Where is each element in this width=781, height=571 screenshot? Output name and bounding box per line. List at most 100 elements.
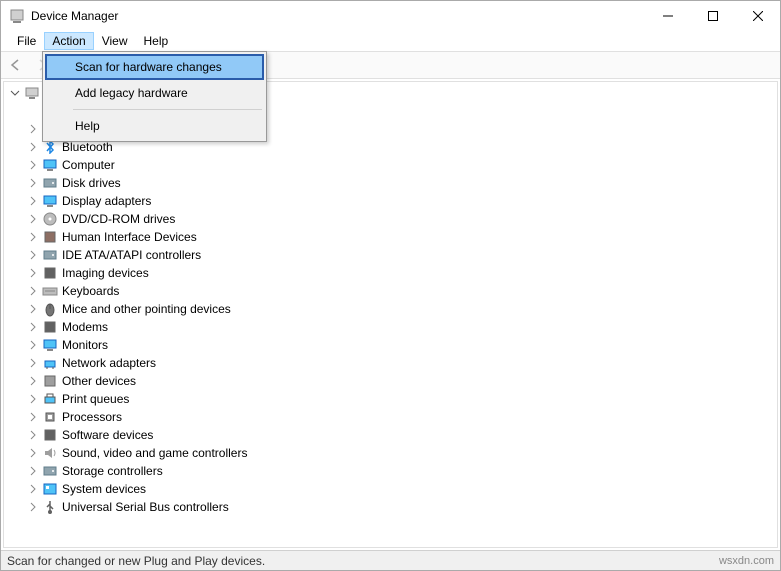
display-icon bbox=[42, 193, 58, 209]
expander-icon[interactable] bbox=[26, 464, 40, 478]
device-label: Computer bbox=[62, 158, 115, 172]
expander-icon[interactable] bbox=[26, 356, 40, 370]
device-label: Network adapters bbox=[62, 356, 156, 370]
window-title: Device Manager bbox=[31, 9, 645, 23]
back-button[interactable] bbox=[5, 54, 27, 76]
tree-item[interactable]: Other devices bbox=[8, 372, 777, 390]
expander-icon[interactable] bbox=[26, 302, 40, 316]
close-button[interactable] bbox=[735, 1, 780, 31]
keyboard-icon bbox=[42, 283, 58, 299]
expander-icon[interactable] bbox=[26, 158, 40, 172]
device-label: Disk drives bbox=[62, 176, 121, 190]
titlebar: Device Manager bbox=[1, 1, 780, 31]
expander-icon[interactable] bbox=[26, 374, 40, 388]
dvd-icon bbox=[42, 211, 58, 227]
tree-item[interactable]: Mice and other pointing devices bbox=[8, 300, 777, 318]
device-label: Processors bbox=[62, 410, 122, 424]
device-label: System devices bbox=[62, 482, 146, 496]
tree-item[interactable]: Modems bbox=[8, 318, 777, 336]
expander-icon[interactable] bbox=[26, 248, 40, 262]
cpu-icon bbox=[42, 409, 58, 425]
expander-icon[interactable] bbox=[26, 284, 40, 298]
expander-icon[interactable] bbox=[26, 428, 40, 442]
imaging-icon bbox=[42, 265, 58, 281]
menu-scan-hardware[interactable]: Scan for hardware changes bbox=[45, 54, 264, 80]
ide-icon bbox=[42, 247, 58, 263]
expander-icon[interactable] bbox=[26, 266, 40, 280]
tree-item[interactable]: Human Interface Devices bbox=[8, 228, 777, 246]
expander-icon[interactable] bbox=[26, 482, 40, 496]
tree-item[interactable]: Disk drives bbox=[8, 174, 777, 192]
menu-view[interactable]: View bbox=[94, 32, 136, 50]
expander-icon[interactable] bbox=[26, 122, 40, 136]
statusbar: Scan for changed or new Plug and Play de… bbox=[1, 550, 780, 570]
mouse-icon bbox=[42, 301, 58, 317]
tree-item[interactable]: Display adapters bbox=[8, 192, 777, 210]
menu-file[interactable]: File bbox=[9, 32, 44, 50]
expander-icon[interactable] bbox=[26, 176, 40, 190]
tree-item[interactable]: Imaging devices bbox=[8, 264, 777, 282]
expander-icon[interactable] bbox=[26, 194, 40, 208]
sound-icon bbox=[42, 445, 58, 461]
device-label: Universal Serial Bus controllers bbox=[62, 500, 229, 514]
tree-item[interactable]: Print queues bbox=[8, 390, 777, 408]
tree-item[interactable]: Processors bbox=[8, 408, 777, 426]
tree-item[interactable]: Storage controllers bbox=[8, 462, 777, 480]
menubar: File Action View Help bbox=[1, 31, 780, 51]
menu-action[interactable]: Action bbox=[44, 32, 93, 50]
device-tree[interactable]: Batteries Bluetooth Computer Disk drives… bbox=[3, 81, 778, 548]
device-label: Software devices bbox=[62, 428, 153, 442]
disk-icon bbox=[42, 175, 58, 191]
expander-icon[interactable] bbox=[26, 338, 40, 352]
device-label: Bluetooth bbox=[62, 140, 113, 154]
device-label: Sound, video and game controllers bbox=[62, 446, 247, 460]
expander-icon[interactable] bbox=[26, 410, 40, 424]
device-label: Human Interface Devices bbox=[62, 230, 197, 244]
device-label: Storage controllers bbox=[62, 464, 163, 478]
action-dropdown: Scan for hardware changes Add legacy har… bbox=[42, 51, 267, 142]
app-icon bbox=[9, 8, 25, 24]
monitor-icon bbox=[42, 337, 58, 353]
tree-item[interactable]: Keyboards bbox=[8, 282, 777, 300]
tree-item[interactable]: Software devices bbox=[8, 426, 777, 444]
usb-icon bbox=[42, 499, 58, 515]
device-label: Modems bbox=[62, 320, 108, 334]
tree-item[interactable]: IDE ATA/ATAPI controllers bbox=[8, 246, 777, 264]
tree-item[interactable]: Universal Serial Bus controllers bbox=[8, 498, 777, 516]
expander-icon[interactable] bbox=[26, 140, 40, 154]
system-icon bbox=[42, 481, 58, 497]
tree-item[interactable]: System devices bbox=[8, 480, 777, 498]
expander-icon[interactable] bbox=[26, 230, 40, 244]
modem-icon bbox=[42, 319, 58, 335]
tree-item[interactable]: Network adapters bbox=[8, 354, 777, 372]
software-icon bbox=[42, 427, 58, 443]
expander-icon[interactable] bbox=[26, 320, 40, 334]
maximize-button[interactable] bbox=[690, 1, 735, 31]
status-text: Scan for changed or new Plug and Play de… bbox=[7, 554, 265, 568]
minimize-button[interactable] bbox=[645, 1, 690, 31]
device-label: Imaging devices bbox=[62, 266, 149, 280]
expander-icon[interactable] bbox=[26, 500, 40, 514]
device-label: Other devices bbox=[62, 374, 136, 388]
tree-item[interactable]: DVD/CD-ROM drives bbox=[8, 210, 777, 228]
expander-icon[interactable] bbox=[26, 392, 40, 406]
expander-icon[interactable] bbox=[8, 86, 22, 100]
expander-icon[interactable] bbox=[26, 212, 40, 226]
expander-icon[interactable] bbox=[26, 446, 40, 460]
hid-icon bbox=[42, 229, 58, 245]
credit-text: wsxdn.com bbox=[719, 555, 774, 567]
tree-item[interactable]: Sound, video and game controllers bbox=[8, 444, 777, 462]
device-label: IDE ATA/ATAPI controllers bbox=[62, 248, 201, 262]
computer-icon bbox=[42, 157, 58, 173]
printer-icon bbox=[42, 391, 58, 407]
network-icon bbox=[42, 355, 58, 371]
tree-item[interactable]: Computer bbox=[8, 156, 777, 174]
menu-add-legacy[interactable]: Add legacy hardware bbox=[45, 80, 264, 106]
device-label: DVD/CD-ROM drives bbox=[62, 212, 175, 226]
tree-item[interactable]: Monitors bbox=[8, 336, 777, 354]
menu-help[interactable]: Help bbox=[136, 32, 177, 50]
device-label: Display adapters bbox=[62, 194, 151, 208]
device-label: Print queues bbox=[62, 392, 129, 406]
menu-help-item[interactable]: Help bbox=[45, 113, 264, 139]
device-label: Keyboards bbox=[62, 284, 119, 298]
